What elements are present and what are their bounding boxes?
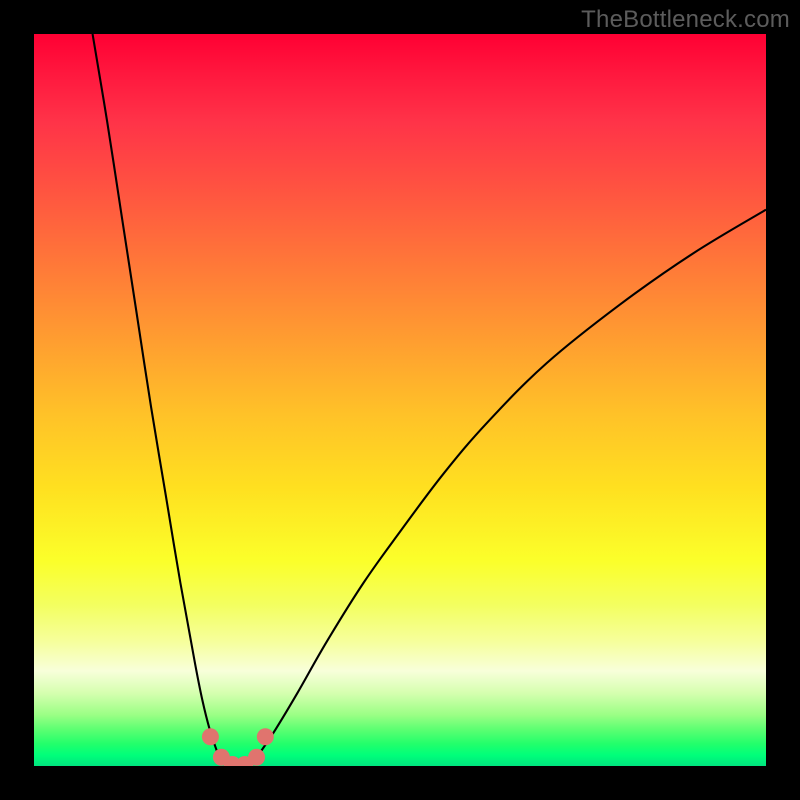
valley-marker: [257, 728, 274, 745]
valley-marker: [202, 728, 219, 745]
curve-right-branch: [261, 210, 766, 752]
curve-layer: [34, 34, 766, 766]
curve-left-branch: [93, 34, 217, 751]
plot-area: [34, 34, 766, 766]
chart-frame: TheBottleneck.com: [0, 0, 800, 800]
valley-marker: [248, 749, 265, 766]
watermark-text: TheBottleneck.com: [581, 6, 790, 34]
